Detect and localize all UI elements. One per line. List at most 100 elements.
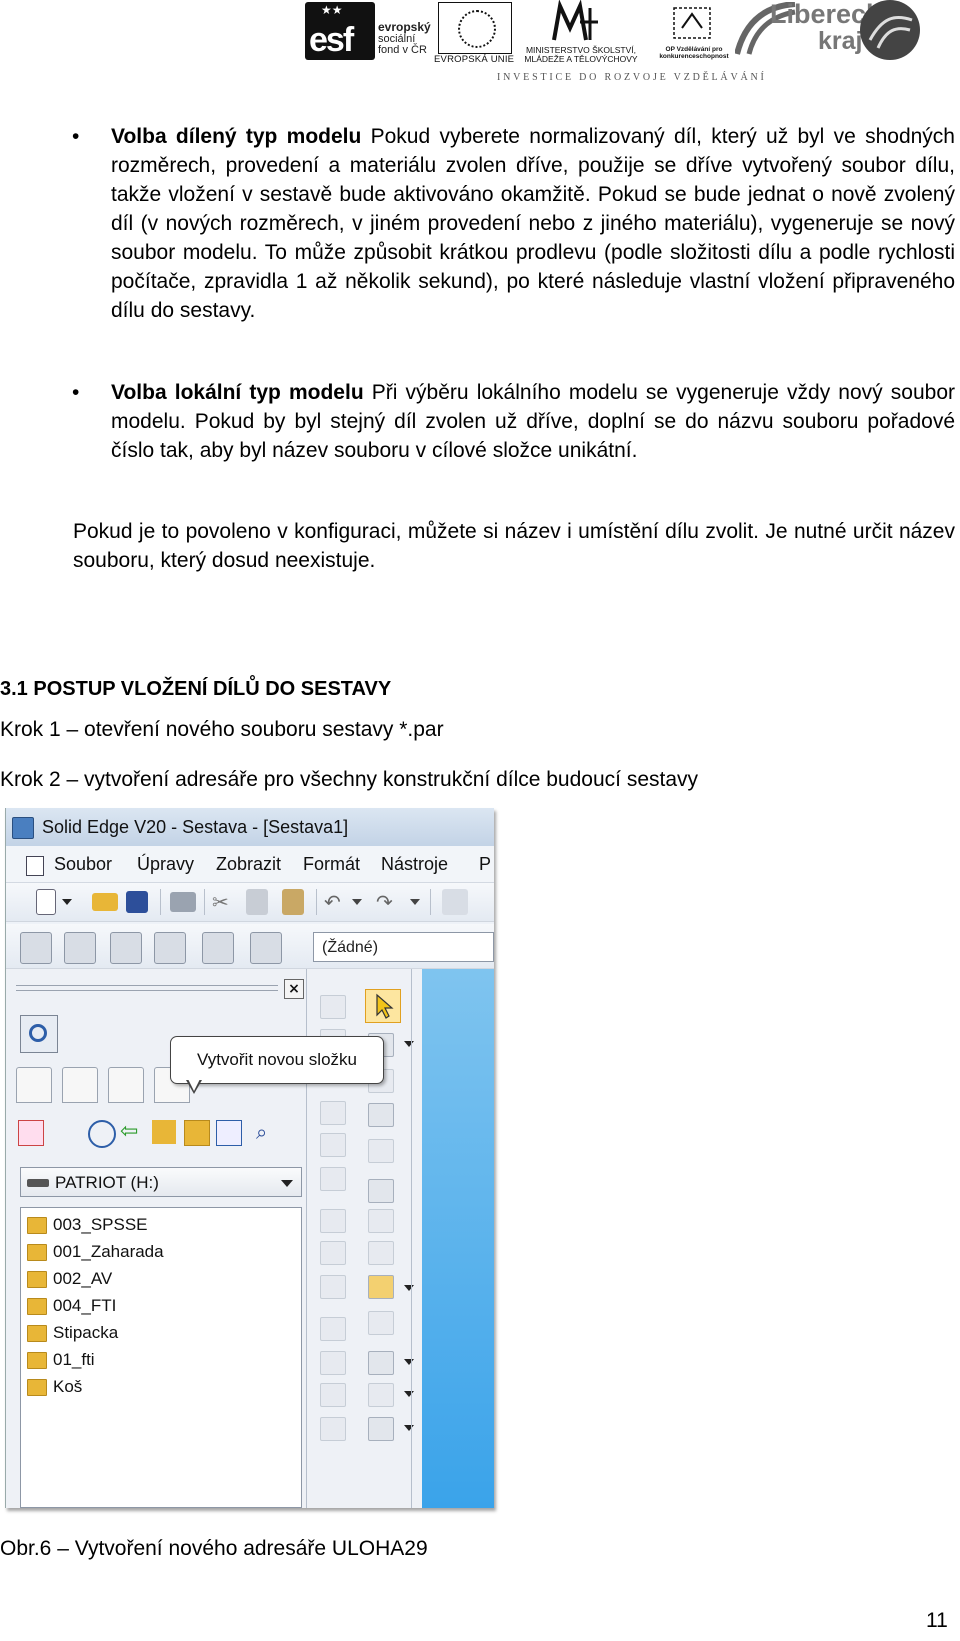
toolbar-more-icon[interactable] <box>442 889 468 915</box>
menu-zobrazit[interactable]: Zobrazit <box>216 846 281 882</box>
drive-label: PATRIOT (H:) <box>55 1173 159 1192</box>
window-title: Solid Edge V20 - Sestava - [Sestava1] <box>42 817 349 837</box>
menu-soubor[interactable]: Soubor <box>54 846 112 882</box>
folder-list: 003_SPSSE 001_Zaharada 002_AV 004_FTI St… <box>20 1207 302 1508</box>
library-nav-toolbar: ⇦ ⌕ <box>16 1116 306 1150</box>
eu-label: EVROPSKÁ UNIE <box>434 54 515 65</box>
chevron-down-icon[interactable] <box>404 1425 414 1431</box>
tool-icon[interactable] <box>320 1317 346 1341</box>
style-combo[interactable]: (Žádné) <box>313 932 494 962</box>
window-titlebar: Solid Edge V20 - Sestava - [Sestava1] <box>6 808 494 846</box>
tool-icon[interactable] <box>320 1241 346 1265</box>
chevron-down-icon[interactable] <box>352 899 362 905</box>
new-folder-icon[interactable] <box>184 1120 210 1146</box>
new-file-icon[interactable] <box>36 889 56 915</box>
chevron-down-icon[interactable] <box>62 899 72 905</box>
tool-icon[interactable] <box>368 1179 394 1203</box>
chevron-down-icon[interactable] <box>404 1041 414 1047</box>
tab-tree-icon[interactable] <box>16 1067 52 1103</box>
drive-icon <box>27 1179 49 1187</box>
chevron-down-icon[interactable] <box>404 1285 414 1291</box>
tool-icon[interactable] <box>320 1133 346 1157</box>
tool-icon[interactable] <box>320 1275 346 1299</box>
cut-icon[interactable]: ✂ <box>212 889 238 915</box>
liberecky-kraj-emblem-icon <box>860 0 920 60</box>
menu-nastroje[interactable]: Nástroje <box>381 846 448 882</box>
search-icon[interactable]: ⌕ <box>256 1120 280 1144</box>
chevron-down-icon[interactable] <box>404 1359 414 1365</box>
close-icon[interactable]: × <box>284 979 304 999</box>
chevron-down-icon[interactable] <box>404 1391 414 1397</box>
folder-icon <box>27 1217 47 1234</box>
assembly-tool-icon[interactable] <box>20 932 52 964</box>
step-2: Krok 2 – vytvoření adresáře pro všechny … <box>0 768 699 791</box>
standard-toolbar: ✂ ↶ ↷ <box>6 883 494 922</box>
back-arrow-icon[interactable]: ⇦ <box>120 1120 144 1144</box>
recycle-bin-icon <box>27 1379 47 1396</box>
tool-icon[interactable] <box>320 1167 346 1191</box>
assembly-toolbar: (Žádné) <box>6 924 494 969</box>
graphics-canvas[interactable] <box>422 969 494 1508</box>
assembly-tool-icon[interactable] <box>64 932 96 964</box>
print-icon[interactable] <box>170 892 196 912</box>
undo-icon[interactable]: ↶ <box>324 889 350 915</box>
tool-icon[interactable] <box>368 1351 394 1375</box>
tool-icon[interactable] <box>368 1417 394 1441</box>
bullet-term: Volba lokální typ modelu <box>111 381 364 404</box>
esf-logo-text: esf <box>309 21 354 59</box>
tool-icon[interactable] <box>320 995 346 1019</box>
new-folder-tooltip: Vytvořit novou složku <box>170 1036 384 1084</box>
menu-upravy[interactable]: Úpravy <box>137 846 194 882</box>
document-icon[interactable] <box>26 856 44 876</box>
op-label: OP Vzdělávání pro konkurenceschopnost <box>659 46 729 60</box>
chevron-down-icon[interactable] <box>410 899 420 905</box>
tool-icon[interactable] <box>320 1209 346 1233</box>
bullet-item-local-model: Volba lokální typ modelu Při výběru loká… <box>111 378 955 465</box>
tool-icon[interactable] <box>368 1275 394 1299</box>
star-icon: ★★ <box>321 3 343 17</box>
gear-icon[interactable] <box>20 1015 58 1053</box>
paste-icon[interactable] <box>282 889 304 915</box>
tool-icon[interactable] <box>368 1383 394 1407</box>
tool-icon[interactable] <box>368 1209 394 1233</box>
assembly-tool-icon[interactable] <box>250 932 282 964</box>
properties-icon[interactable] <box>88 1120 116 1148</box>
open-folder-icon[interactable] <box>92 893 118 911</box>
menu-more[interactable]: P <box>479 846 491 882</box>
menu-format[interactable]: Formát <box>303 846 360 882</box>
eu-flag-icon <box>438 2 512 54</box>
assembly-tool-icon[interactable] <box>202 932 234 964</box>
folder-up-icon[interactable] <box>152 1120 176 1144</box>
tab-library-icon[interactable] <box>62 1067 98 1103</box>
bullet-icon: • <box>72 125 80 148</box>
msmt-label: MINISTERSTVO ŠKOLSTVÍ, MLÁDEŽE A TĚLOVÝC… <box>524 45 638 64</box>
view-menu-icon[interactable] <box>216 1120 242 1146</box>
tab-layers-icon[interactable] <box>108 1067 144 1103</box>
place-part-icon[interactable] <box>18 1120 44 1146</box>
copy-icon[interactable] <box>246 889 268 915</box>
tool-icon[interactable] <box>320 1417 346 1441</box>
chevron-down-icon <box>281 1180 293 1187</box>
tool-icon[interactable] <box>368 1103 394 1127</box>
tool-icon[interactable] <box>320 1351 346 1375</box>
tool-icon[interactable] <box>368 1241 394 1265</box>
pane-grip[interactable] <box>16 985 278 991</box>
tool-icon[interactable] <box>320 1101 346 1125</box>
bullet-icon: • <box>72 381 80 404</box>
assembly-tool-icon[interactable] <box>154 932 186 964</box>
drive-select[interactable]: PATRIOT (H:) <box>20 1167 302 1197</box>
msmt-logo-icon <box>552 0 598 41</box>
kraj-logo-text: kraj <box>818 27 863 55</box>
redo-icon[interactable]: ↷ <box>376 889 402 915</box>
step-1: Krok 1 – otevření nového souboru sestavy… <box>0 718 444 741</box>
bullet-item-shared-model: Volba dílený typ modelu Pokud vyberete n… <box>111 122 955 325</box>
save-icon[interactable] <box>126 891 148 913</box>
esf-word-3: fond v ČR <box>378 44 427 56</box>
assembly-tool-icon[interactable] <box>110 932 142 964</box>
bullet-term: Volba dílený typ modelu <box>111 125 362 148</box>
tool-icon[interactable] <box>320 1383 346 1407</box>
tool-icon[interactable] <box>368 1311 394 1335</box>
esf-word-1: evropský <box>378 20 431 34</box>
tool-icon[interactable] <box>368 1139 394 1163</box>
bullet-text: Pokud vyberete normalizovaný díl, který … <box>111 125 955 322</box>
